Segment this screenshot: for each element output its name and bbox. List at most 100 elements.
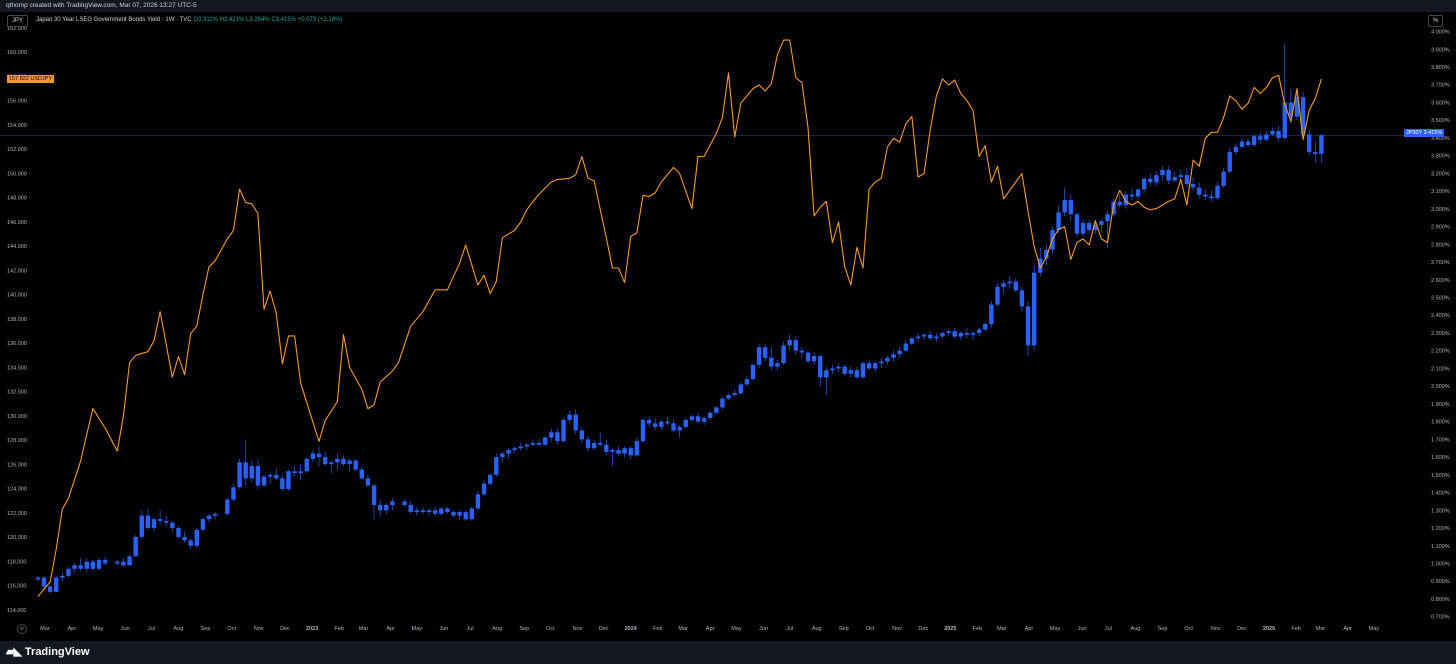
candle	[591, 439, 597, 451]
left-axis-tick: 160.000	[7, 50, 27, 56]
candle-body	[1319, 135, 1324, 154]
candle-body	[1001, 283, 1006, 287]
candle-body	[1154, 175, 1159, 183]
candle	[573, 409, 578, 435]
candle-body	[353, 460, 358, 470]
candle-body	[866, 363, 872, 369]
candle	[133, 535, 138, 557]
candle	[231, 483, 236, 502]
candle	[1306, 129, 1312, 156]
candle-body	[818, 356, 823, 378]
left-axis-tick: 126.000	[7, 462, 27, 468]
legend-title: Japan 30 Year LSEG Government Bonds Yiel…	[36, 17, 192, 23]
right-axis-tick: 2.800%	[1431, 242, 1450, 248]
x-axis-tick: May	[1369, 626, 1380, 632]
candle	[292, 465, 297, 477]
candle-body	[1105, 214, 1110, 222]
candle-body	[811, 356, 817, 362]
right-axis-tick: 3.100%	[1431, 189, 1450, 195]
chart-svg[interactable]: 114.000 116.000 118.000 120.000 122.000 124.0…	[0, 12, 1456, 633]
candle	[1184, 168, 1190, 188]
candle-body	[763, 347, 768, 358]
right-axis-tick: 1.400%	[1431, 491, 1450, 497]
x-axis-tick: 2025	[944, 626, 956, 632]
candle-body	[402, 501, 407, 505]
percent-scale-button[interactable]: %	[1428, 15, 1444, 27]
x-axis-tick: Apr	[68, 626, 77, 632]
candle	[921, 332, 927, 341]
candle-body	[481, 483, 487, 495]
candle	[377, 499, 383, 516]
candle	[683, 418, 688, 429]
left-axis-tick: 152.000	[7, 147, 27, 153]
right-axis-tick: 2.400%	[1431, 313, 1450, 319]
x-axis-tick: Feb	[973, 626, 982, 632]
candle-body	[518, 446, 523, 449]
candle-body	[1099, 221, 1104, 225]
candle	[1282, 43, 1287, 140]
tradingview-logo[interactable]: ▰◣ TradingView	[6, 645, 90, 659]
candle-body	[536, 442, 542, 445]
candle-body	[1007, 281, 1012, 284]
candle-body	[451, 512, 456, 516]
right-axis-tick: 2.600%	[1431, 278, 1450, 284]
candle	[347, 458, 352, 472]
candle	[237, 458, 242, 490]
right-axis-tick: 1.200%	[1431, 526, 1450, 532]
candle	[732, 389, 737, 397]
candle-body	[830, 368, 835, 371]
candle-body	[946, 331, 951, 333]
x-axis-tick: Feb	[334, 626, 343, 632]
candle	[500, 451, 505, 463]
x-axis-tick: Jun	[1078, 626, 1087, 632]
candle	[310, 450, 316, 463]
candle	[96, 558, 102, 571]
candle-body	[610, 450, 615, 452]
candle	[744, 375, 750, 387]
candle-body	[720, 398, 725, 408]
candle-body	[921, 334, 927, 337]
candle-body	[903, 343, 908, 351]
candle-body	[1068, 199, 1074, 215]
x-axis-tick: 2026	[1263, 626, 1275, 632]
candle-body	[1196, 187, 1202, 195]
candle-body	[445, 508, 450, 513]
candle	[1080, 219, 1086, 238]
candle	[958, 331, 964, 341]
right-axis-tick: 3.200%	[1431, 171, 1450, 177]
right-axis-tick: 2.500%	[1431, 296, 1450, 302]
x-axis-tick: Mar	[678, 626, 688, 632]
left-axis-tick: 154.000	[7, 123, 27, 129]
candle	[1001, 279, 1006, 294]
candle	[793, 336, 798, 355]
x-axis-tick: Jun	[439, 626, 448, 632]
x-axis-tick: Jun	[121, 626, 130, 632]
candle	[842, 364, 847, 376]
gear-icon[interactable]: ⚙	[17, 624, 27, 634]
candle	[457, 510, 462, 520]
candle-body	[787, 340, 792, 346]
candle-body	[35, 577, 41, 580]
candle	[1215, 182, 1220, 200]
left-axis-tick: 130.000	[7, 414, 27, 420]
candle	[1251, 134, 1257, 147]
candle-body	[799, 350, 805, 353]
legend-ohlc: O3.311% H3.421% L3.264% C3.415% +0.073 (…	[193, 17, 342, 23]
right-axis-tick: 3.300%	[1431, 154, 1450, 160]
candle	[1233, 143, 1239, 156]
right-axis-tick: 3.000%	[1431, 207, 1450, 213]
candle-body	[414, 510, 420, 513]
candle-body	[329, 462, 334, 465]
candle-body	[665, 421, 670, 424]
chart-area[interactable]: 114.000 116.000 118.000 120.000 122.000 124.0…	[0, 12, 1456, 633]
candle	[854, 366, 860, 380]
symbol-button[interactable]: JPY	[7, 15, 29, 27]
candle-body	[671, 423, 676, 431]
candle	[121, 558, 126, 568]
candle-body	[335, 458, 340, 463]
candle	[267, 471, 273, 484]
x-axis-tick: Oct	[227, 626, 236, 632]
candle-body	[726, 395, 731, 399]
candle-body	[1019, 290, 1025, 307]
candle	[976, 327, 982, 337]
